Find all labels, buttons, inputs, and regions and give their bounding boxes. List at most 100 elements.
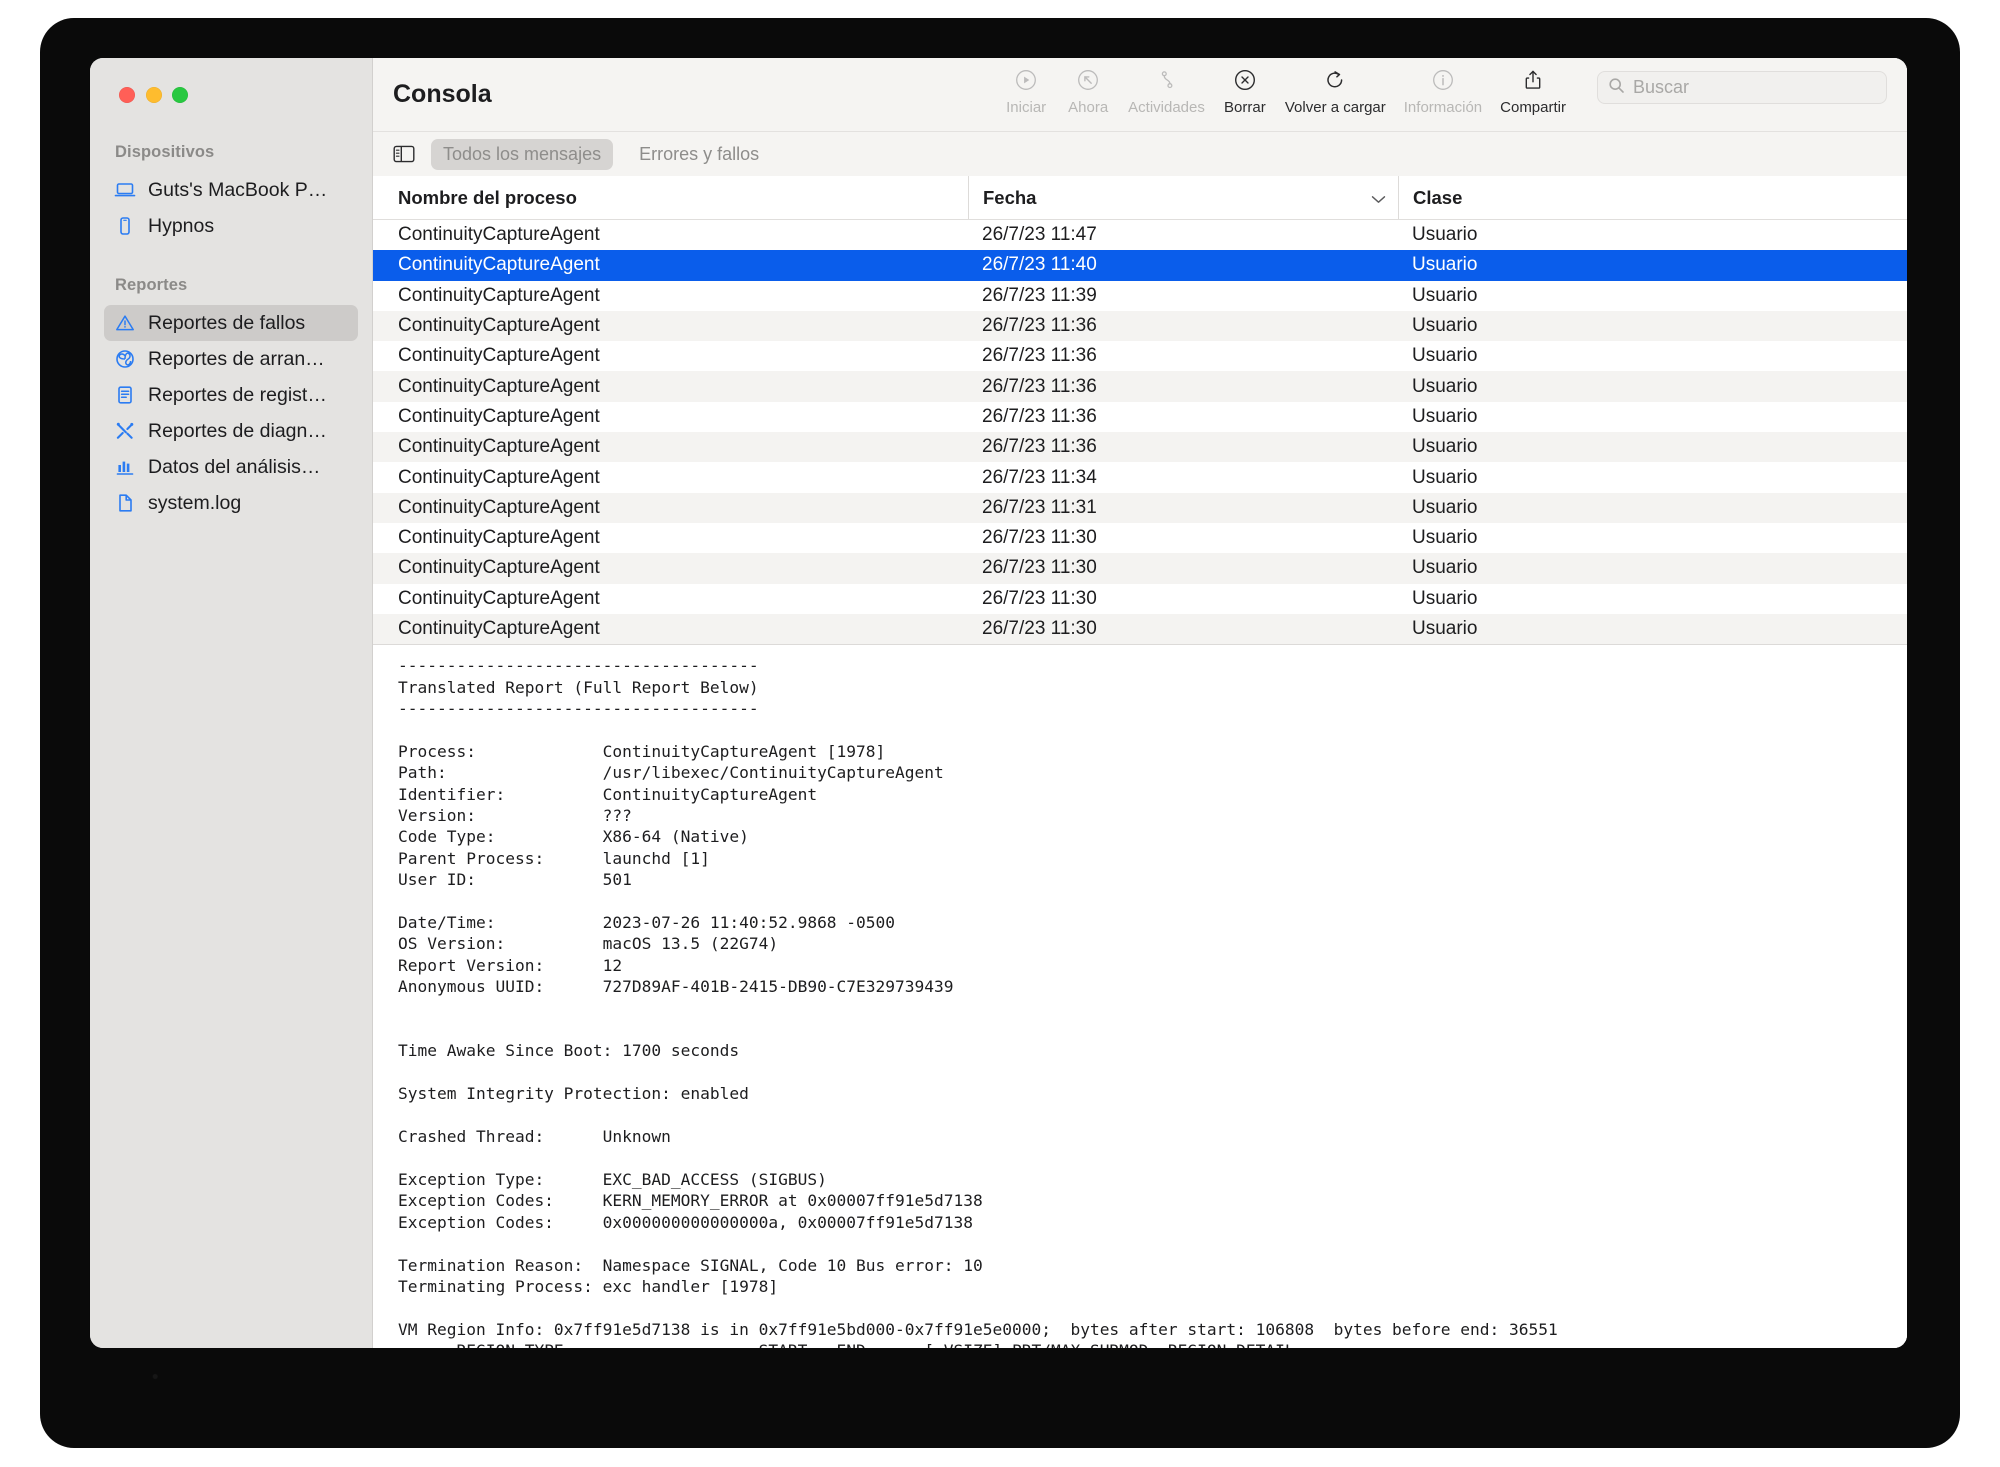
cell-date: 26/7/23 11:40 [982,254,1097,276]
cell-date: 26/7/23 11:36 [982,375,1097,397]
table-row[interactable]: ContinuityCaptureAgent 26/7/23 11:36 Usu… [373,371,1907,402]
sidebar-item-analytics-data[interactable]: Datos del análisis… [104,449,358,485]
screenshot-root: Dispositivos Guts's MacBook P… Hypnos Re… [0,0,2000,1467]
table-row[interactable]: ContinuityCaptureAgent 26/7/23 11:36 Usu… [373,402,1907,432]
cell-class: Usuario [1412,284,1478,306]
close-button[interactable] [119,87,135,103]
cell-process: ContinuityCaptureAgent [398,284,600,306]
activities-icon [1154,66,1180,94]
cell-process: ContinuityCaptureAgent [398,618,600,639]
sidebar-item-crash-reports[interactable]: Reportes de fallos [104,305,358,341]
cell-date: 26/7/23 11:34 [982,466,1097,488]
tab-all-messages[interactable]: Todos los mensajes [431,138,614,170]
cell-class: Usuario [1412,587,1478,609]
column-header-process[interactable]: Nombre del proceso [373,176,968,219]
cell-class: Usuario [1412,466,1478,488]
info-button[interactable]: Información [1395,66,1491,116]
table-row[interactable]: ContinuityCaptureAgent 26/7/23 11:39 Usu… [373,281,1907,311]
sidebar-list-reports: Reportes de fallos Reportes de arran… Re… [90,305,372,521]
table-row[interactable]: ContinuityCaptureAgent 26/7/23 11:36 Usu… [373,310,1907,342]
cell-class: Usuario [1412,345,1478,367]
cell-date: 26/7/23 11:36 [982,315,1097,337]
minimize-button[interactable] [145,87,162,103]
detail-pane[interactable]: ------------------------------------- Tr… [373,644,1907,1348]
zoom-button[interactable] [172,87,188,103]
crash-report-text: ------------------------------------- Tr… [398,656,1558,1348]
sidebar-group-title-devices: Dispositivos [115,143,215,161]
clear-x-circle-icon [1232,66,1258,94]
table-row[interactable]: ContinuityCaptureAgent 26/7/23 11:30 Usu… [373,584,1907,614]
cell-date: 26/7/23 11:30 [982,527,1097,549]
sidebar-toggle-icon[interactable] [393,143,417,165]
cell-process: ContinuityCaptureAgent [398,405,600,427]
sidebar-item-label: Hypnos [148,214,215,237]
sidebar: Dispositivos Guts's MacBook P… Hypnos Re… [90,58,373,1348]
sidebar-item-boot-reports[interactable]: Reportes de arran… [104,341,358,377]
now-button[interactable]: Ahora [1057,66,1119,116]
cell-class: Usuario [1412,436,1478,458]
cell-date: 26/7/23 11:31 [982,496,1097,518]
cell-class: Usuario [1412,224,1478,246]
toolbar-button-label: Borrar [1224,99,1266,116]
sidebar-item-label: Reportes de fallos [148,311,306,334]
cell-process: ContinuityCaptureAgent [398,345,600,367]
table-row[interactable]: ContinuityCaptureAgent 26/7/23 11:36 Usu… [373,341,1907,371]
sidebar-item-system-log[interactable]: system.log [104,485,358,521]
cell-process: ContinuityCaptureAgent [398,436,600,458]
cell-date: 26/7/23 11:39 [982,284,1097,306]
sidebar-item-diagnostic-reports[interactable]: Reportes de diagn… [104,413,358,449]
bar-chart-icon [114,456,136,478]
table-body: ContinuityCaptureAgent 26/7/23 11:47 Usu… [373,220,1907,645]
table-row[interactable]: ContinuityCaptureAgent 26/7/23 11:31 Usu… [373,492,1907,523]
sidebar-item-label: Datos del análisis… [148,455,321,478]
share-button[interactable]: Compartir [1491,66,1575,116]
table-row[interactable]: ContinuityCaptureAgent 26/7/23 11:47 Usu… [373,220,1907,250]
main-area: Consola Iniciar Ahora Actividades Borrar… [373,58,1907,1348]
page-title: Consola [393,80,492,108]
column-header-label: Nombre del proceso [398,186,577,208]
sidebar-item-hypnos[interactable]: Hypnos [104,208,358,244]
table-row[interactable]: ContinuityCaptureAgent 26/7/23 11:36 Usu… [373,432,1907,463]
tab-errors-and-faults[interactable]: Errores y fallos [627,139,771,170]
chevron-down-icon [1371,187,1386,209]
cell-class: Usuario [1412,405,1478,427]
cell-process: ContinuityCaptureAgent [398,224,600,246]
sidebar-group-title-reports: Reportes [115,276,188,294]
cell-date: 26/7/23 11:47 [982,224,1097,246]
cell-date: 26/7/23 11:36 [982,436,1097,458]
table-row[interactable]: ContinuityCaptureAgent 26/7/23 11:30 Usu… [373,523,1907,553]
clear-button[interactable]: Borrar [1214,66,1276,116]
filter-bar: Todos los mensajes Errores y fallos [373,131,1907,176]
activities-button[interactable]: Actividades [1119,66,1214,116]
cell-process: ContinuityCaptureAgent [398,254,600,276]
column-header-label: Fecha [983,186,1037,208]
table-row[interactable]: ContinuityCaptureAgent 26/7/23 11:30 Usu… [373,553,1907,584]
sidebar-item-label: Guts's MacBook P… [148,178,328,201]
cell-process: ContinuityCaptureAgent [398,496,600,518]
sidebar-item-macbook[interactable]: Guts's MacBook P… [104,172,358,208]
laptop-icon [114,179,136,201]
sidebar-item-log-reports[interactable]: Reportes de regist… [104,377,358,413]
table-row-selected[interactable]: ContinuityCaptureAgent 26/7/23 11:40 Usu… [373,250,1907,281]
cell-class: Usuario [1412,527,1478,549]
sidebar-item-label: Reportes de diagn… [148,419,327,442]
cell-date: 26/7/23 11:30 [982,618,1097,639]
cell-process: ContinuityCaptureAgent [398,557,600,579]
toolbar-button-label: Compartir [1500,99,1566,116]
reload-button[interactable]: Volver a cargar [1276,66,1395,116]
search-field[interactable]: Buscar [1597,71,1887,104]
reload-icon [1322,66,1348,94]
toolbar-button-label: Actividades [1128,99,1205,116]
cell-process: ContinuityCaptureAgent [398,527,600,549]
toolbar-button-label: Volver a cargar [1284,99,1386,116]
toolbar: Consola Iniciar Ahora Actividades Borrar… [373,58,1907,131]
console-window: Dispositivos Guts's MacBook P… Hypnos Re… [90,58,1907,1348]
table-row[interactable]: ContinuityCaptureAgent 26/7/23 11:30 Usu… [373,613,1907,645]
window-traffic-lights [90,58,372,103]
table-row[interactable]: ContinuityCaptureAgent 26/7/23 11:34 Usu… [373,462,1907,492]
share-icon [1520,66,1546,94]
column-header-class[interactable]: Clase [1398,176,1907,219]
start-button[interactable]: Iniciar [995,66,1057,116]
search-icon [1608,77,1625,99]
column-header-date[interactable]: Fecha [968,176,1398,219]
